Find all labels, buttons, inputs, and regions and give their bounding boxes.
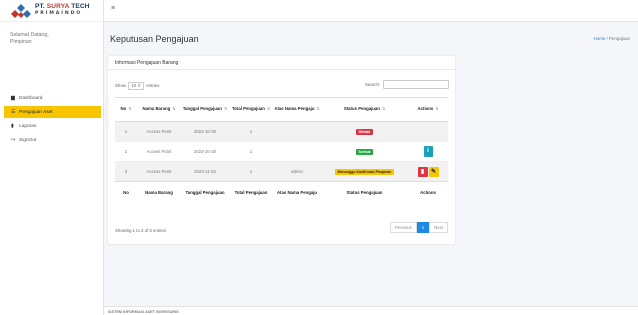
sort-icon: ⇅ [316,107,320,112]
breadcrumb-home-link[interactable]: Home [594,36,606,41]
row-actions: ▮ ✎ [408,161,448,182]
brand[interactable]: PT. SURYA TECH PRIMAINDO [0,0,103,22]
footer-col-actions: Actions [408,181,448,204]
sidebar-item-pengajuan-aset[interactable]: ☰ Pengajuan Aset [4,106,101,118]
entries-length-control: Show 10 ⇕ entries [115,82,160,90]
column-header-nama-barang[interactable]: Nama Barang ⇅ [137,97,181,122]
footer-col-tanggal: Tanggal Pengajuan [181,181,229,204]
sidebar-item-label: Pengajuan Aset [19,109,53,115]
brand-name: PT. SURYA TECH [35,3,90,11]
status-badge: Selesai [355,148,374,155]
footer-col-no: No [115,181,137,204]
topbar: ≡ [104,0,638,22]
footer-col-status: Status Pengajuan [321,181,408,204]
sort-icon: ⇅ [381,107,386,112]
sidebar-item-label: Laporan [19,123,37,129]
info-icon: i [427,148,429,154]
list-icon: ☰ [11,109,16,115]
page-title: Keputusan Pengajuan [110,34,199,44]
column-header-no[interactable]: No ⇅ [115,97,137,122]
sidebar-item-label: Dashboard [19,95,43,101]
breadcrumb: Home / Pengajuan [593,36,630,41]
sidebar-nav: ▆ Dashboard ☰ Pengajuan Aset ▮ Laporan ↪… [0,92,103,146]
table-row: 2 Access Point 2023-10-30 1 Selesai i [115,141,448,162]
company-logo [10,3,32,19]
search-label: Search: [365,82,381,87]
sidebar: PT. SURYA TECH PRIMAINDO Selamat Datang,… [0,0,104,315]
footer: SISTEM INFORMASI ASET INVENTARIS [104,306,638,315]
pengajuan-card: Informasi Pengajuan Barang Show 10 ⇕ ent… [108,56,455,244]
sidebar-item-laporan[interactable]: ▮ Laporan [4,120,101,132]
sidebar-item-label: SignOut [19,137,37,143]
sort-icon: ⇅ [435,107,439,112]
breadcrumb-current: Pengajuan [609,36,630,41]
status-badge: Ditolak [356,128,373,135]
pengajuan-table: No ⇅ Nama Barang ⇅ Tanggal Pengajuan ⇅ Tota… [115,97,448,204]
pagination: Previous 1 Next [390,222,448,233]
pagination-previous[interactable]: Previous [390,222,417,233]
sort-icon: ⇅ [128,107,132,112]
signout-icon: ↪ [11,137,16,143]
column-header-status[interactable]: Status Pengajuan ⇅ [321,97,408,122]
table-row: 1 Access Point 2023-10-30 1 Ditolak [115,121,448,142]
footer-col-total: Total Pengajuan [229,181,273,204]
sidebar-item-dashboard[interactable]: ▆ Dashboard [4,92,101,104]
menu-toggle-icon[interactable]: ≡ [111,5,115,12]
sort-icon: ⇅ [266,107,271,112]
delete-button[interactable]: ▮ [417,166,428,177]
search-input[interactable] [383,80,449,89]
edit-icon: ✎ [430,168,437,175]
sidebar-item-signout[interactable]: ↪ SignOut [4,134,101,146]
table-controls: Show 10 ⇕ entries Search: [115,80,449,90]
status-badge: Menunggu Konfirmasi Pimpinan [335,168,394,175]
info-button[interactable]: i [423,146,433,157]
sort-icon: ⇅ [223,107,228,112]
column-header-tanggal[interactable]: Tanggal Pengajuan ⇅ [181,97,229,122]
sort-icon: ⇅ [172,107,176,112]
trash-icon: ▮ [420,168,425,175]
edit-button[interactable]: ✎ [428,166,439,177]
pagination-page-1[interactable]: 1 [416,222,430,233]
row-actions [408,121,448,142]
pagination-next[interactable]: Next [429,222,448,233]
dashboard-icon: ▆ [11,95,15,101]
column-header-atas-nama[interactable]: Atas Nama Pengaju ⇅ [273,97,321,122]
welcome-text: Selamat Datang, Pimpinan [10,32,49,45]
entries-select[interactable]: 10 ⇕ [128,82,145,90]
footer-col-atas-nama: Atas Nama Pengaju [273,181,321,204]
footer-col-nama-barang: Nama Barang [137,181,181,204]
column-header-total[interactable]: Total Pengajuan ⇅ [229,97,273,122]
card-header: Informasi Pengajuan Barang [108,56,455,70]
brand-tagline: PRIMAINDO [35,11,83,16]
document-icon: ▮ [11,123,14,129]
column-header-actions[interactable]: Actions ⇅ [408,97,448,122]
table-info: Showing 1 to 3 of 3 entries [115,228,166,233]
table-row: 3 Access Point 2023-11-03 1 admin Menung… [115,161,448,182]
row-actions: i [408,141,448,162]
